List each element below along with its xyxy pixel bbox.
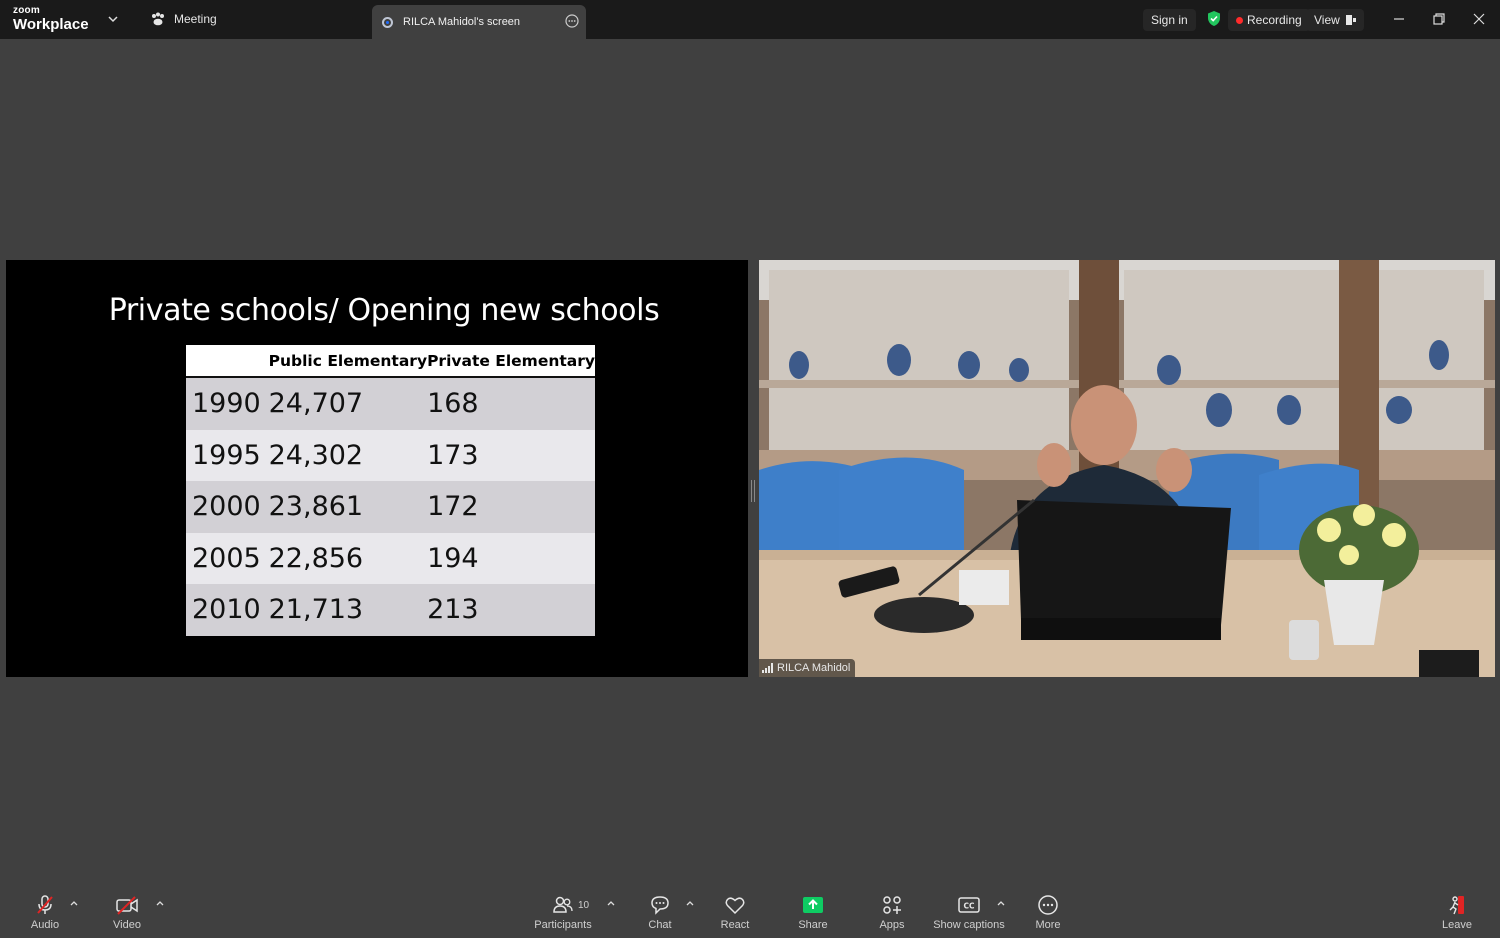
share-screen-icon [803,897,823,913]
react-label: React [720,919,750,931]
participants-options-caret-icon[interactable] [605,898,617,910]
table-cell: 2000 [186,481,269,533]
tab-meeting[interactable]: Meeting [150,12,217,26]
tab-meeting-label: Meeting [174,12,217,26]
apps-button[interactable]: Apps [857,888,927,931]
audio-label: Audio [30,919,60,931]
chevron-down-icon[interactable] [106,12,120,26]
heart-icon [725,897,745,915]
participant-video-tile[interactable]: RILCA Mahidol [759,260,1495,677]
table-cell: 194 [427,532,595,584]
table-row: 2000 23,861 172 [186,481,595,533]
brand-large: Workplace [13,16,89,33]
view-layout-icon [1345,15,1356,25]
video-button[interactable]: Video [92,888,162,931]
recording-dot-icon [1236,16,1243,24]
panel-resize-handle[interactable] [751,480,755,502]
table-cell: 173 [427,429,595,481]
participant-name: RILCA Mahidol [777,662,851,674]
tab-shared-screen-label: RILCA Mahidol's screen [403,16,521,28]
table-cell: 1995 [186,429,269,481]
shared-screen-view[interactable]: Private schools/ Opening new schools Pub… [6,260,748,677]
table-cell: 213 [427,584,595,636]
zoom-workplace-logo[interactable]: zoom Workplace [13,5,89,33]
participants-label: Participants [534,919,592,931]
share-button[interactable]: Share [778,888,848,931]
title-bar: zoom Workplace Meeting RILCA Mahidol's s… [0,0,1500,39]
table-cell: 23,861 [268,481,428,533]
audio-options-caret-icon[interactable] [68,898,80,910]
view-button[interactable]: View [1306,9,1364,31]
leave-label: Leave [1442,919,1472,931]
table-header-cell [186,345,269,377]
participant-video-feed [759,260,1495,677]
security-shield-icon[interactable] [1206,10,1222,27]
table-cell: 24,707 [268,376,428,430]
table-header-cell: Public Elementary [268,345,428,377]
paw-icon [152,12,164,26]
react-button[interactable]: React [700,888,770,931]
closed-captions-icon: CC [958,897,980,913]
recording-label: Recording [1247,13,1302,27]
meeting-toolbar: Audio Video Participants 10 Chat React S… [0,888,1500,938]
view-label: View [1314,13,1340,27]
table-cell: 24,302 [268,429,428,481]
table-cell: 168 [427,376,595,430]
more-label: More [1035,919,1061,931]
more-button[interactable]: More [1013,888,1083,931]
apps-icon [883,896,901,914]
participants-icon [553,896,573,913]
table-cell: 1990 [186,376,269,430]
screen-share-icon [382,16,393,28]
slide-table: Public Elementary Private Elementary 199… [186,345,595,636]
table-cell: 172 [427,481,595,533]
tab-shared-screen[interactable]: RILCA Mahidol's screen [372,5,586,39]
svg-text:CC: CC [963,902,975,911]
signal-strength-icon [762,663,773,673]
brand-small: zoom [13,5,40,16]
recording-indicator[interactable]: Recording [1228,9,1310,31]
close-icon[interactable] [1469,9,1489,29]
table-row: 1995 24,302 173 [186,429,595,481]
chat-label: Chat [648,919,672,931]
table-header-row: Public Elementary Private Elementary [186,345,595,377]
more-icon [1038,895,1058,915]
video-label: Video [113,919,141,931]
apps-label: Apps [879,919,905,931]
table-row: 1990 24,707 168 [186,376,595,430]
table-cell: 22,856 [268,532,428,584]
slide-title: Private schools/ Opening new schools [108,293,660,328]
table-cell: 21,713 [268,584,428,636]
participant-name-tag: RILCA Mahidol [759,659,856,677]
table-cell: 2010 [186,584,269,636]
sign-in-label: Sign in [1151,13,1188,27]
share-label: Share [798,919,828,931]
show-captions-label: Show captions [933,919,1005,931]
leave-exit-icon [1449,896,1464,915]
minimize-icon[interactable] [1389,9,1409,29]
camera-off-icon [116,896,138,915]
participants-count: 10 [578,900,590,911]
chat-options-caret-icon[interactable] [684,898,696,910]
table-cell: 2005 [186,532,269,584]
table-header-cell: Private Elementary [427,345,595,377]
captions-options-caret-icon[interactable] [995,898,1007,910]
video-options-caret-icon[interactable] [154,898,166,910]
more-options-icon[interactable] [565,14,579,28]
table-row: 2005 22,856 194 [186,532,595,584]
restore-icon[interactable] [1429,9,1449,29]
sign-in-button[interactable]: Sign in [1143,9,1196,31]
table-row: 2010 21,713 213 [186,584,595,636]
chat-icon [651,896,669,915]
microphone-muted-icon [37,895,53,914]
leave-button[interactable]: Leave [1422,888,1492,931]
